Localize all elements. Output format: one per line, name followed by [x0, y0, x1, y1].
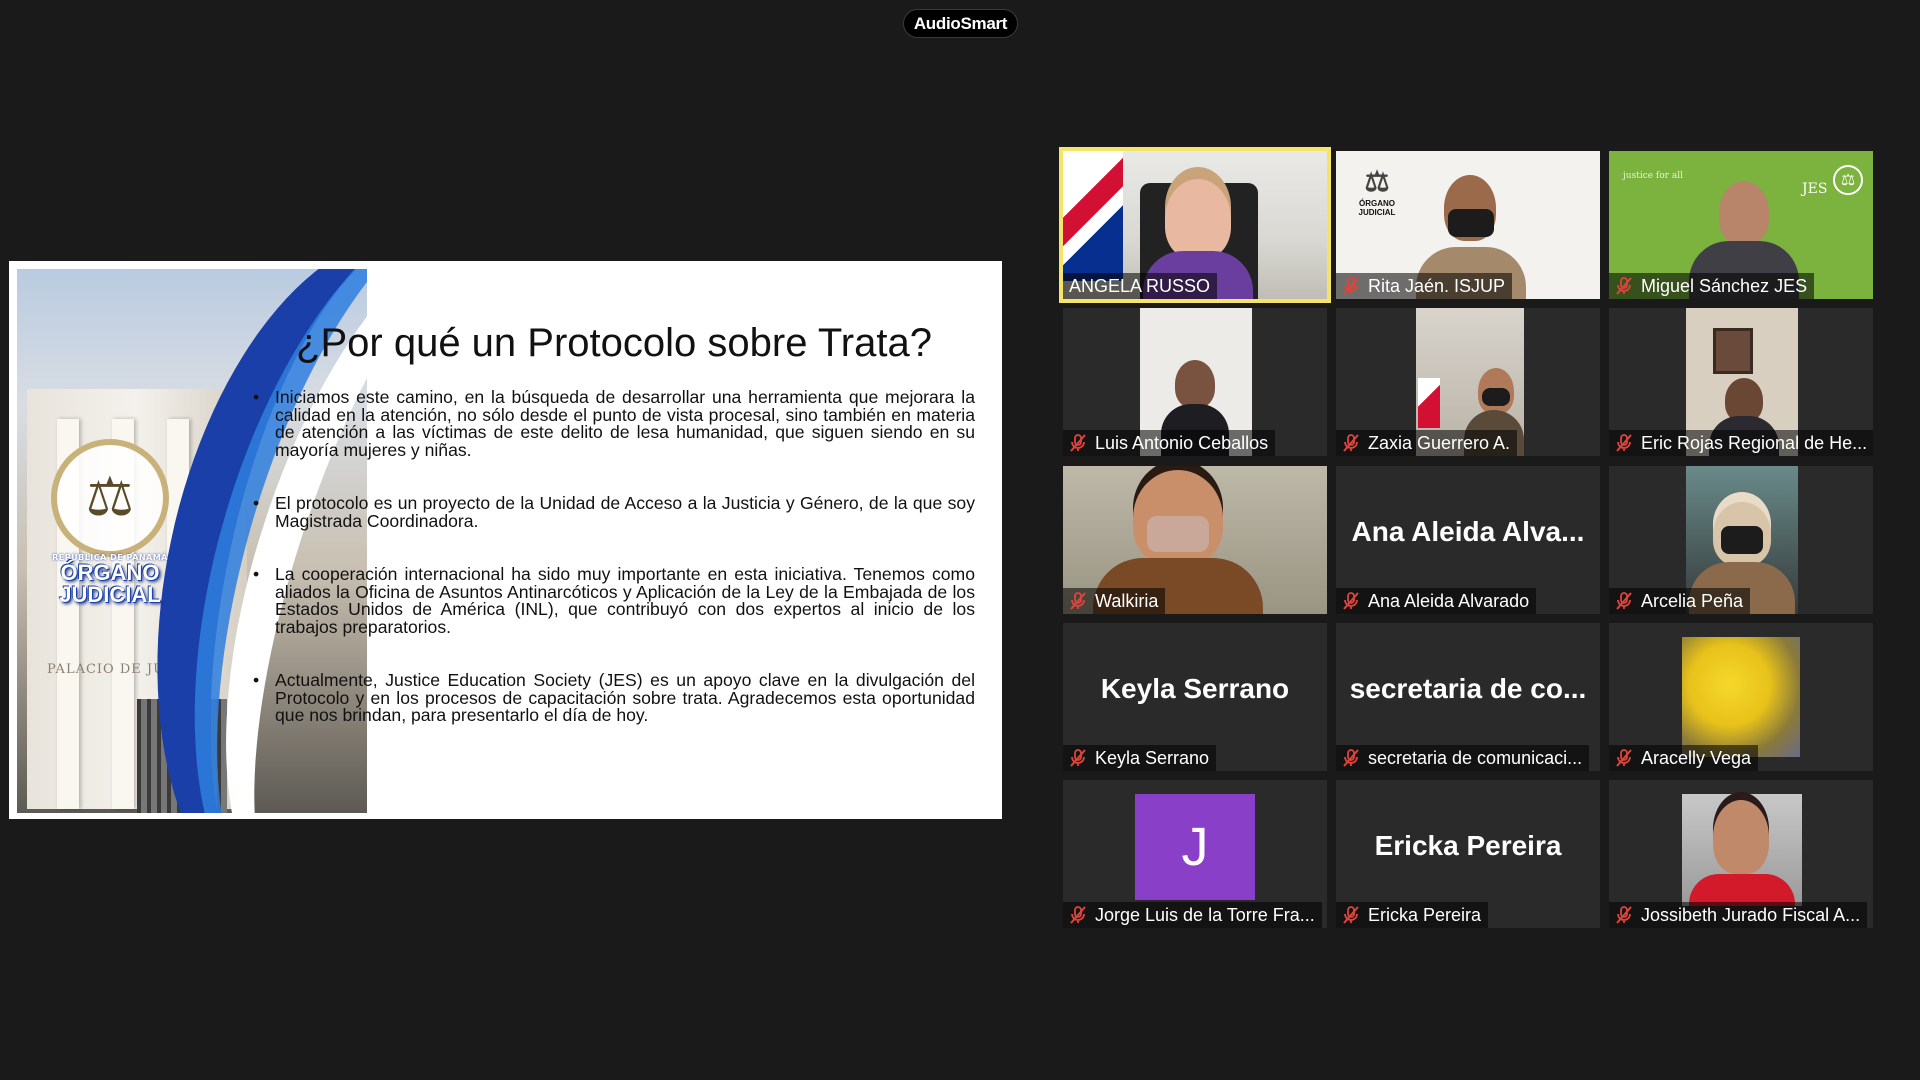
yellow-tree-image	[1682, 637, 1800, 757]
participant-name: Miguel Sánchez JES	[1609, 273, 1815, 299]
participant-tile[interactable]: Ana Aleida Alva... Ana Aleida Alvarado	[1336, 466, 1600, 614]
participant-tile[interactable]: ANGELA RUSSO	[1059, 147, 1331, 303]
participant-tile[interactable]: Keyla Serrano Keyla Serrano	[1063, 623, 1327, 771]
shared-screen-slide: PALACIO DE JUST ⚖ REPÚBLICA DE PANAMÁ ÓR…	[9, 261, 1002, 819]
participant-tile[interactable]: Ericka Pereira Ericka Pereira	[1336, 780, 1600, 928]
slide-title: ¿Por qué un Protocolo sobre Trata?	[296, 321, 932, 365]
muted-mic-icon	[1616, 277, 1632, 295]
slide-bullet-list: Iniciamos este camino, en la búsqueda de…	[253, 388, 975, 761]
muted-mic-icon	[1343, 749, 1359, 767]
muted-mic-icon	[1616, 434, 1632, 452]
muted-mic-icon	[1070, 592, 1086, 610]
participant-name: Zaxia Guerrero A.	[1336, 430, 1518, 456]
participant-tile[interactable]: Jossibeth Jurado Fiscal A...	[1609, 780, 1873, 928]
participant-tile[interactable]: Arcelia Peña	[1609, 466, 1873, 614]
slide-bullet: La cooperación internacional ha sido muy…	[253, 565, 975, 636]
participant-name: Keyla Serrano	[1063, 745, 1217, 771]
participant-display-name: Ericka Pereira	[1374, 830, 1562, 861]
jes-logo: JES	[1802, 181, 1828, 197]
scales-of-justice-icon: ⚖	[51, 439, 169, 557]
participant-name: Luis Antonio Ceballos	[1063, 430, 1276, 456]
participant-tile[interactable]: Luis Antonio Ceballos	[1063, 308, 1327, 456]
jes-tagline: justice for all	[1623, 171, 1683, 181]
participant-display-name: secretaria de co...	[1349, 673, 1587, 704]
muted-mic-icon	[1616, 749, 1632, 767]
participant-display-name: Ana Aleida Alva...	[1351, 516, 1585, 547]
participant-tile[interactable]: Aracelly Vega	[1609, 623, 1873, 771]
muted-mic-icon	[1070, 434, 1086, 452]
participant-tile[interactable]: ⚖ ÓRGANO JUDICIAL Rita Jaén. ISJUP	[1336, 151, 1600, 299]
muted-mic-icon	[1343, 592, 1359, 610]
muted-mic-icon	[1616, 906, 1632, 924]
slide-bullet: Iniciamos este camino, en la búsqueda de…	[253, 388, 975, 459]
muted-mic-icon	[1616, 592, 1632, 610]
participant-tile[interactable]: secretaria de co... secretaria de comuni…	[1336, 623, 1600, 771]
muted-mic-icon	[1343, 434, 1359, 452]
participant-name: ANGELA RUSSO	[1063, 273, 1218, 299]
participant-name: Jorge Luis de la Torre Fra...	[1063, 902, 1322, 928]
participant-name: secretaria de comunicaci...	[1336, 745, 1590, 771]
panama-flag-image	[1063, 151, 1123, 281]
audiosmart-badge: AudioSmart	[903, 9, 1018, 38]
participant-name: Rita Jaén. ISJUP	[1336, 273, 1513, 299]
participant-name: Ana Aleida Alvarado	[1336, 588, 1537, 614]
participant-tile[interactable]: justice for all JES ⚖ Miguel Sánchez JES	[1609, 151, 1873, 299]
participant-tile[interactable]: Zaxia Guerrero A.	[1336, 308, 1600, 456]
muted-mic-icon	[1070, 906, 1086, 924]
muted-mic-icon	[1343, 277, 1359, 295]
participant-display-name: Keyla Serrano	[1100, 673, 1290, 704]
slide-bullet: El protocolo es un proyecto de la Unidad…	[253, 494, 975, 530]
participant-name: Ericka Pereira	[1336, 902, 1489, 928]
participant-tile[interactable]: J Jorge Luis de la Torre Fra...	[1063, 780, 1327, 928]
scales-icon: ⚖	[1833, 165, 1863, 195]
muted-mic-icon	[1343, 906, 1359, 924]
participant-tile[interactable]: Walkiria	[1063, 466, 1327, 614]
organo-judicial-logo: ⚖ ÓRGANO JUDICIAL	[1358, 166, 1396, 217]
participant-name: Aracelly Vega	[1609, 745, 1759, 771]
participant-name: Eric Rojas Regional de He...	[1609, 430, 1873, 456]
organo-judicial-logo: ⚖ REPÚBLICA DE PANAMÁ ÓRGANO JUDICIAL	[35, 439, 185, 606]
participant-name: Arcelia Peña	[1609, 588, 1751, 614]
slide-bullet: Actualmente, Justice Education Society (…	[253, 671, 975, 725]
muted-mic-icon	[1070, 749, 1086, 767]
avatar: J	[1135, 794, 1255, 900]
participant-name: Jossibeth Jurado Fiscal A...	[1609, 902, 1868, 928]
participant-tile[interactable]: Eric Rojas Regional de He...	[1609, 308, 1873, 456]
participant-name: Walkiria	[1063, 588, 1166, 614]
